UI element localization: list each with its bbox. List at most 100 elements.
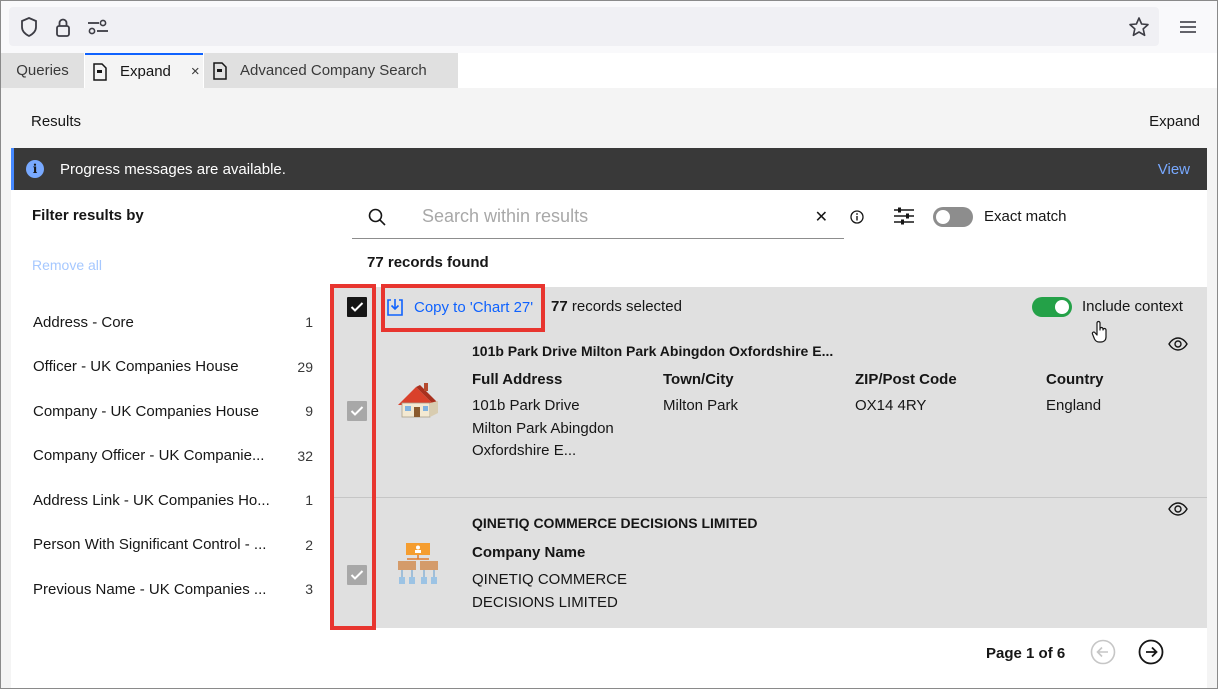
- expand-label: Expand: [1149, 113, 1200, 130]
- close-tab-icon[interactable]: ×: [191, 63, 200, 80]
- field-value-line: QINETIQ COMMERCE: [472, 571, 628, 588]
- filter-label: Address Link - UK Companies Ho...: [33, 491, 270, 509]
- document-icon: [93, 62, 107, 81]
- record-title[interactable]: QINETIQ COMMERCE DECISIONS LIMITED: [472, 515, 757, 531]
- filter-label: Person With Significant Control - ...: [33, 536, 267, 554]
- hamburger-menu-icon[interactable]: [1173, 7, 1203, 46]
- progress-notification: i Progress messages are available. View: [11, 148, 1207, 190]
- include-context-label: Include context: [1082, 298, 1183, 315]
- star-icon[interactable]: [1125, 7, 1153, 46]
- filter-count: 9: [305, 403, 313, 420]
- filter-item[interactable]: Officer - UK Companies House 29: [33, 345, 313, 390]
- selected-suffix: records selected: [567, 298, 682, 315]
- copy-to-chart-label: Copy to 'Chart 27': [414, 298, 534, 316]
- field-label: Company Name: [472, 544, 586, 561]
- field-value-line: OX14 4RY: [855, 397, 927, 414]
- filter-item[interactable]: Person With Significant Control - ... 2: [33, 523, 313, 568]
- field-value: 101b Park Drive Milton Park Abingdon Oxf…: [472, 395, 614, 463]
- checkmark-icon: [350, 302, 364, 312]
- filter-label: Company - UK Companies House: [33, 402, 259, 420]
- field-value-line: Oxfordshire E...: [472, 442, 577, 459]
- field-value-line: Milton Park: [663, 397, 739, 414]
- copy-to-chart-icon: [387, 299, 403, 316]
- field-value: England: [1046, 395, 1101, 418]
- filter-count: 1: [305, 492, 313, 509]
- document-icon: [213, 61, 227, 80]
- record-checkbox[interactable]: [347, 565, 367, 585]
- browser-toolbar: [1, 1, 1217, 53]
- tab-label: Advanced Company Search: [240, 62, 427, 79]
- include-context-toggle[interactable]: [1032, 297, 1072, 317]
- field-value-line: DECISIONS LIMITED: [472, 593, 618, 611]
- field-label: Full Address: [472, 371, 563, 388]
- select-all-checkbox[interactable]: [347, 297, 367, 317]
- records-selected: 77 records selected: [551, 298, 682, 315]
- info-icon[interactable]: [850, 210, 864, 224]
- exact-match-label: Exact match: [984, 208, 1067, 225]
- filter-item[interactable]: Address - Core 1: [33, 300, 313, 345]
- record-title[interactable]: 101b Park Drive Milton Park Abingdon Oxf…: [472, 343, 833, 359]
- selection-bar: Copy to 'Chart 27' 77 records selected I…: [332, 287, 1207, 343]
- filter-label: Company Officer - UK Companie...: [33, 447, 265, 465]
- search-input[interactable]: [422, 206, 802, 227]
- checkmark-icon: [350, 406, 364, 416]
- house-icon: [398, 383, 438, 418]
- field-value-line: 101b Park Drive: [472, 397, 580, 414]
- filter-count: 32: [297, 447, 313, 464]
- permissions-icon[interactable]: [84, 7, 112, 46]
- result-record[interactable]: QINETIQ COMMERCE DECISIONS LIMITED Compa…: [332, 498, 1207, 628]
- url-bar[interactable]: [9, 7, 1159, 46]
- tab-bar: Queries Expand × Advanced Company Search: [1, 53, 1217, 88]
- org-chart-icon: [398, 543, 438, 584]
- filter-item[interactable]: Address Link - UK Companies Ho... 1: [33, 478, 313, 523]
- remove-all-link[interactable]: Remove all: [32, 257, 102, 273]
- filter-count: 29: [297, 358, 313, 375]
- filter-title: Filter results by: [32, 207, 144, 224]
- filter-item[interactable]: Company Officer - UK Companie... 32: [33, 434, 313, 479]
- field-value-line: England: [1046, 397, 1102, 414]
- filter-label: Address - Core: [33, 313, 134, 331]
- notification-text: Progress messages are available.: [60, 160, 286, 178]
- copy-to-chart-button[interactable]: Copy to 'Chart 27': [386, 292, 533, 322]
- lock-icon[interactable]: [49, 7, 77, 46]
- previous-page-icon[interactable]: [1090, 639, 1116, 665]
- shield-icon[interactable]: [15, 7, 43, 46]
- clear-search-icon[interactable]: ✕: [815, 207, 828, 227]
- search-icon: [368, 208, 386, 226]
- tab-advanced-company-search[interactable]: Advanced Company Search: [204, 53, 458, 88]
- result-record[interactable]: 101b Park Drive Milton Park Abingdon Oxf…: [332, 327, 1207, 497]
- filter-item[interactable]: Company - UK Companies House 9: [33, 389, 313, 434]
- checkmark-icon: [350, 570, 364, 580]
- search-bar: ✕: [352, 195, 844, 239]
- filter-count: 1: [305, 314, 313, 331]
- tab-expand[interactable]: Expand ×: [85, 53, 203, 88]
- exact-match-toggle[interactable]: [933, 207, 973, 227]
- field-value-line: Milton Park Abingdon: [472, 419, 614, 437]
- filter-label: Previous Name - UK Companies ...: [33, 580, 267, 598]
- field-value: Milton Park: [663, 395, 738, 418]
- field-label: ZIP/Post Code: [855, 371, 957, 388]
- tab-queries[interactable]: Queries: [1, 53, 84, 88]
- selected-count: 77: [551, 298, 568, 315]
- next-page-icon[interactable]: [1138, 639, 1164, 665]
- filter-label: Officer - UK Companies House: [33, 358, 239, 376]
- results-content: Filter results by Remove all Address - C…: [11, 190, 1207, 688]
- info-icon: i: [26, 160, 44, 178]
- filter-count: 2: [305, 536, 313, 553]
- tab-label: Queries: [16, 62, 69, 79]
- eye-icon[interactable]: [1168, 337, 1188, 351]
- view-progress-link[interactable]: View: [1158, 161, 1190, 178]
- field-value: QINETIQ COMMERCE DECISIONS LIMITED: [472, 569, 627, 614]
- results-list: Copy to 'Chart 27' 77 records selected I…: [332, 287, 1207, 628]
- filter-item[interactable]: Previous Name - UK Companies ... 3: [33, 567, 313, 612]
- page-title: Results: [31, 113, 82, 130]
- filter-list: Address - Core 1 Officer - UK Companies H…: [33, 300, 313, 612]
- field-label: Town/City: [663, 371, 734, 388]
- results-panel: Results Expand i Progress messages are a…: [1, 88, 1217, 688]
- settings-adjust-icon[interactable]: [893, 207, 915, 225]
- page-indicator: Page 1 of 6: [986, 645, 1066, 662]
- record-checkbox[interactable]: [347, 401, 367, 421]
- tab-label: Expand: [120, 63, 171, 80]
- field-label: Country: [1046, 371, 1104, 388]
- eye-icon[interactable]: [1168, 502, 1188, 516]
